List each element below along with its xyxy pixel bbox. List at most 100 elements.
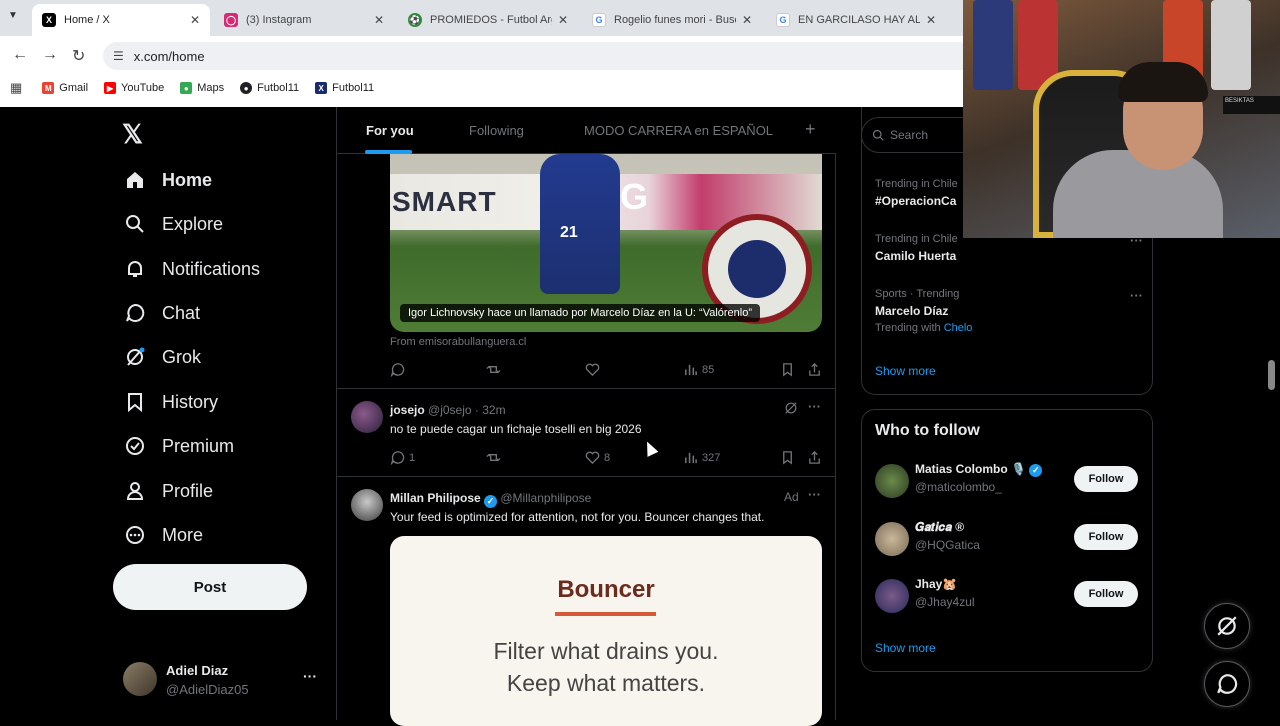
nav-home[interactable]: Home <box>124 165 212 195</box>
bookmark-futbol11[interactable]: ● Futbol11 <box>240 82 299 94</box>
close-tab-icon[interactable]: ✕ <box>190 13 200 27</box>
trending-with-link[interactable]: Chelo <box>944 322 973 334</box>
like-count[interactable]: 8 <box>585 450 610 465</box>
jersey-number: 21 <box>560 224 578 241</box>
nav-notifications[interactable]: Notifications <box>124 254 260 284</box>
trend-item[interactable]: Sports · Trending Marcelo Díaz Trending … <box>875 288 1145 334</box>
views-count[interactable]: 85 <box>683 362 714 377</box>
bookmarks-bar: ▦ M Gmail ▶ YouTube ● Maps ● Futbol11 X Futbo… <box>0 76 963 100</box>
browser-tab-instagram[interactable]: ◯ (3) Instagram ✕ <box>214 4 394 36</box>
browser-tab-google-search[interactable]: G Rogelio funes mori - Buscar ✕ <box>582 4 762 36</box>
tab-title: (3) Instagram <box>246 14 312 26</box>
nav-label: Profile <box>162 480 214 501</box>
repost-icon[interactable] <box>486 450 505 465</box>
bookmark-youtube[interactable]: ▶ YouTube <box>104 82 164 94</box>
nav-label: Notifications <box>162 258 261 279</box>
reload-icon[interactable]: ↻ <box>72 46 85 66</box>
follow-button[interactable]: Follow <box>1074 466 1138 492</box>
bookmark-futbol11-alt[interactable]: X Futbol11 <box>315 82 374 94</box>
site-info-icon[interactable]: ☰ <box>113 49 124 63</box>
suggestion-handle: @maticolombo_ <box>915 480 1002 494</box>
share-icon[interactable] <box>807 362 826 377</box>
views-count[interactable]: 327 <box>683 450 720 465</box>
browser-tab-x-home[interactable]: X Home / X ✕ <box>32 4 210 36</box>
follow-suggestion[interactable]: 𝑮𝒂𝒕𝒊𝒄𝒂 ® @HQGatica Follow <box>875 520 1145 560</box>
avatar[interactable] <box>351 401 383 433</box>
scrollbar-thumb[interactable] <box>1268 360 1275 390</box>
back-arrow-icon[interactable]: ← <box>12 46 28 64</box>
close-tab-icon[interactable]: ✕ <box>558 13 568 27</box>
follow-button[interactable]: Follow <box>1074 581 1138 607</box>
forward-arrow-icon[interactable]: → <box>42 46 58 64</box>
messages-fab[interactable] <box>1204 661 1250 707</box>
grok-explain-icon[interactable] <box>784 401 798 418</box>
nav-label: History <box>162 391 219 412</box>
grok-icon <box>1217 616 1237 636</box>
share-icon[interactable] <box>807 450 826 465</box>
apps-grid-icon[interactable]: ▦ <box>10 80 22 96</box>
more-dots-icon[interactable]: ··· <box>808 487 821 502</box>
reply-count[interactable]: 1 <box>390 450 415 465</box>
tweet-media-image[interactable]: SMART PING 21 Igor Lichnovsky hace un ll… <box>390 154 822 332</box>
avatar[interactable] <box>351 489 383 521</box>
tab-list-chevron-icon[interactable]: ▼ <box>8 10 18 21</box>
views-number: 327 <box>702 451 721 464</box>
nav-grok[interactable]: Grok <box>124 342 201 372</box>
nav-explore[interactable]: Explore <box>124 209 223 239</box>
tab-modo-carrera[interactable]: MODO CARRERA en ESPAÑOL <box>584 123 773 138</box>
more-dots-icon[interactable]: ··· <box>303 668 317 684</box>
nav-chat[interactable]: Chat <box>124 298 200 328</box>
more-dots-icon[interactable]: ··· <box>808 399 821 414</box>
x-logo-icon[interactable]: 𝕏 <box>122 119 143 150</box>
search-placeholder: Search <box>890 128 929 142</box>
bookmark-icon[interactable] <box>780 450 799 465</box>
tweet-author[interactable]: josejo @j0sejo · 32m <box>390 403 506 417</box>
main-feed: For you Following MODO CARRERA en ESPAÑO… <box>336 107 836 726</box>
bookmark-maps[interactable]: ● Maps <box>180 82 224 94</box>
nav-history[interactable]: History <box>124 387 218 417</box>
more-dots-icon[interactable]: ··· <box>1130 288 1143 303</box>
close-tab-icon[interactable]: ✕ <box>926 13 936 27</box>
suggestion-name: Jhay🐹 <box>915 577 958 591</box>
ad-card-image[interactable]: Bouncer Filter what drains you. Keep wha… <box>390 536 822 726</box>
follow-suggestion[interactable]: Jhay🐹 @Jhay4zul Follow <box>875 577 1145 617</box>
person-hoodie <box>1053 150 1223 238</box>
tab-following[interactable]: Following <box>469 123 524 138</box>
bookmark-icon[interactable] <box>780 362 799 377</box>
tab-strip: ▼ X Home / X ✕ ◯ (3) Instagram ✕ ⚽ PROMI… <box>0 0 963 36</box>
bookmark-gmail[interactable]: M Gmail <box>42 82 88 94</box>
nav-more[interactable]: More <box>124 520 203 550</box>
tweet-author[interactable]: Millan Philipose ✓ @Millanphilipose <box>390 491 591 508</box>
grok-fab[interactable] <box>1204 603 1250 649</box>
tweet-text: Your feed is optimized for attention, no… <box>390 510 765 524</box>
reply-icon[interactable] <box>390 362 409 377</box>
close-tab-icon[interactable]: ✕ <box>374 13 384 27</box>
browser-tab-garcilaso[interactable]: G EN GARCILASO HAY ALTUR ✕ <box>766 4 946 36</box>
link-source[interactable]: From emisorabullanguera.cl <box>390 336 526 348</box>
browser-tab-promiedos[interactable]: ⚽ PROMIEDOS - Futbol Argen ✕ <box>398 4 578 36</box>
close-tab-icon[interactable]: ✕ <box>742 13 752 27</box>
show-more-follow[interactable]: Show more <box>875 641 936 655</box>
nav-label: Premium <box>162 435 235 456</box>
follow-button[interactable]: Follow <box>1074 524 1138 550</box>
nav-premium[interactable]: Premium <box>124 431 234 461</box>
repost-icon[interactable] <box>486 362 505 377</box>
avatar <box>875 464 909 498</box>
like-heart-icon[interactable] <box>585 362 604 377</box>
follow-suggestion[interactable]: Matias Colombo 🎙️ ✓ @maticolombo_ Follow <box>875 462 1145 502</box>
tab-for-you[interactable]: For you <box>366 123 414 138</box>
nav-profile[interactable]: Profile <box>124 476 213 506</box>
account-switcher[interactable]: Adiel Diaz @AdielDiaz05 ··· <box>123 662 323 702</box>
tweet-ad-millan[interactable]: Millan Philipose ✓ @Millanphilipose Ad ·… <box>337 477 836 726</box>
tweet-josejo[interactable]: josejo @j0sejo · 32m ··· no te puede cag… <box>337 389 836 477</box>
add-tab-plus-icon[interactable]: + <box>805 119 816 140</box>
futbol11-icon: X <box>315 82 328 94</box>
post-button[interactable]: Post <box>113 564 307 610</box>
title-underline <box>555 612 656 616</box>
who-to-follow-title: Who to follow <box>875 422 980 439</box>
nav-label: Grok <box>162 346 202 367</box>
address-bar[interactable]: ☰ x.com/home <box>103 42 963 70</box>
suggestion-handle: @Jhay4zul <box>915 595 975 609</box>
who-to-follow-panel: Who to follow Matias Colombo 🎙️ ✓ @matic… <box>861 409 1153 672</box>
show-more-trends[interactable]: Show more <box>875 364 936 378</box>
